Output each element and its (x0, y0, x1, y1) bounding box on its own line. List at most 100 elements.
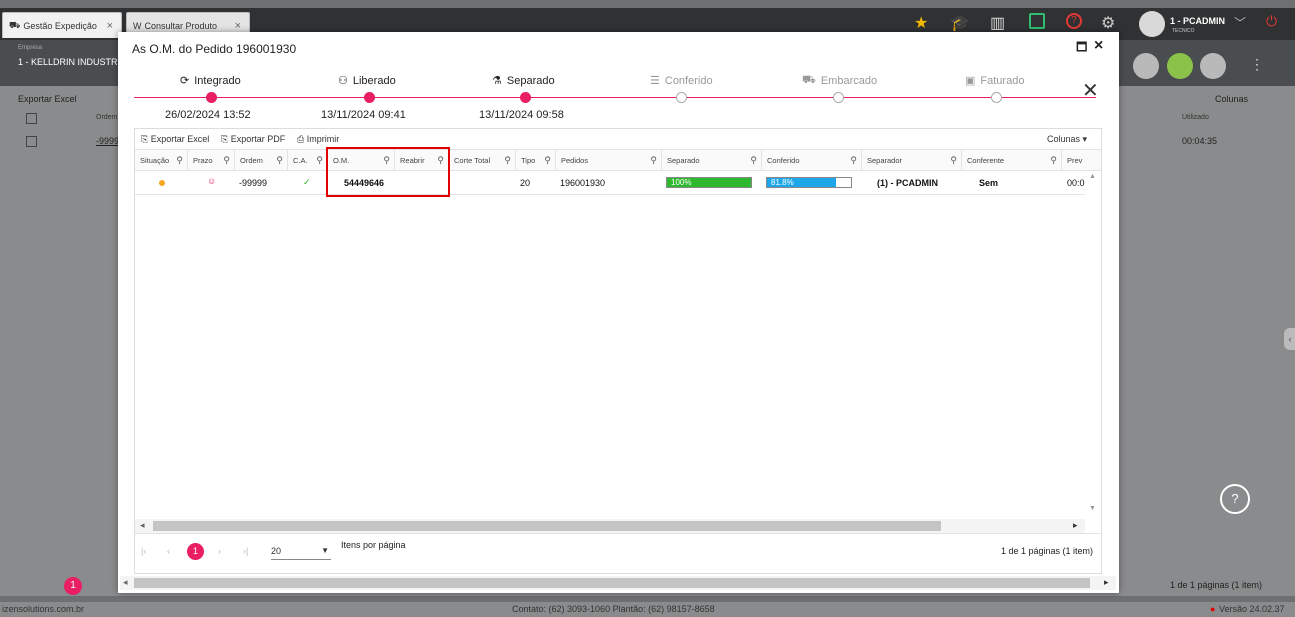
col-separado[interactable]: Separado ⚲ (662, 149, 762, 171)
step-separado: ⚗ Separado (492, 74, 555, 88)
tools-icon[interactable]: ✕ (1082, 78, 1099, 103)
scrollbar-thumb[interactable] (153, 521, 941, 531)
om-grid: ⎘ Exportar Excel ⎘ Exportar PDF ⎙ Imprim… (134, 128, 1102, 574)
col-conferido[interactable]: Conferido ⚲ (762, 149, 862, 171)
bg-export-excel[interactable]: Exportar Excel (18, 94, 77, 104)
checkbox[interactable] (26, 136, 37, 147)
footer-site[interactable]: izensolutions.com.br (2, 604, 84, 614)
filter-icon[interactable]: ⚲ (504, 155, 511, 166)
close-icon[interactable]: × (235, 20, 241, 32)
chart-icon[interactable] (1029, 13, 1045, 29)
per-page-label: Itens por página (341, 540, 406, 550)
step-embarcado: ⛟ Embarcado (802, 74, 877, 88)
side-collapse-icon[interactable]: ‹ (1284, 328, 1295, 350)
filter-icon[interactable]: ⚲ (316, 155, 323, 166)
map-icon[interactable]: ▥ (990, 13, 1005, 33)
help-icon[interactable]: ? (1066, 13, 1082, 29)
close-icon[interactable]: × (1094, 37, 1103, 55)
scroll-up-icon[interactable]: ▲ (1089, 173, 1096, 180)
cell-pedidos: 196001930 (560, 178, 606, 188)
chevron-down-icon: ▼ (321, 546, 329, 555)
filter-icon[interactable]: ⚲ (544, 155, 551, 166)
col-prev[interactable]: Prev (1062, 149, 1084, 171)
bg-utilizado-value: 00:04:35 (1182, 136, 1218, 146)
col-prazo[interactable]: Prazo ⚲ (188, 149, 235, 171)
col-label: Corte Total (454, 155, 491, 165)
more-vertical-icon[interactable]: ⋮ (1250, 56, 1264, 73)
avatar[interactable] (1139, 11, 1165, 37)
scroll-right-icon[interactable]: ▸ (1104, 577, 1109, 588)
tab-gestao-expedicao[interactable]: ⛟ Gestão Expedição × (2, 12, 122, 38)
page-1-button[interactable]: 1 (187, 543, 204, 560)
close-icon[interactable]: × (107, 20, 113, 32)
export-pdf-button[interactable]: ⎘ Exportar PDF (221, 134, 285, 145)
filter-icon[interactable]: ⚲ (750, 155, 757, 166)
tab-label: Gestão Expedição (23, 20, 97, 31)
prev-page-icon[interactable]: ‹ (167, 546, 170, 556)
om-modal: As O.M. do Pedido 196001930 🗖 × ⟳ Integra… (118, 32, 1119, 593)
pagination-info: 1 de 1 páginas (1 item) (1001, 546, 1094, 556)
logout-icon[interactable]: ⏻ (1266, 13, 1277, 30)
conferido-progress: 81.8% (766, 177, 852, 188)
monitor-icon[interactable] (1200, 53, 1226, 79)
first-page-icon[interactable]: |‹ (141, 546, 146, 556)
user-check-icon: ✓ (303, 177, 311, 187)
scroll-left-icon[interactable]: ◂ (140, 520, 145, 531)
cell-separador: (1) - PCADMIN (877, 178, 938, 188)
step-liberado: ⚇ Liberado (338, 74, 396, 88)
col-corte-total[interactable]: Corte Total ⚲ (449, 149, 516, 171)
scroll-right-icon[interactable]: ▸ (1073, 520, 1078, 531)
cell-tipo: 20 (520, 178, 531, 188)
maximize-icon[interactable]: 🗖 (1076, 38, 1087, 59)
filter-icon[interactable]: ⚲ (276, 155, 283, 166)
checkbox[interactable] (26, 113, 37, 124)
progress-line (134, 97, 1096, 98)
step-dot-liberado (364, 92, 375, 103)
scroll-left-icon[interactable]: ◂ (123, 577, 128, 588)
filter-icon[interactable]: ⚲ (1050, 155, 1057, 166)
step-date-separado: 13/11/2024 09:58 (479, 109, 564, 121)
gear-icon[interactable]: ⚙ (1101, 13, 1115, 33)
next-page-icon[interactable]: › (218, 546, 221, 556)
export-excel-button[interactable]: ⎘ Exportar Excel (141, 134, 209, 145)
col-separador[interactable]: Separador ⚲ (862, 149, 962, 171)
bg-page-1[interactable]: 1 (64, 577, 82, 595)
company-value[interactable]: 1 - KELLDRIN INDUSTRIA (18, 57, 118, 67)
step-conferido: ☰ Conferido (650, 74, 713, 88)
filter-icon[interactable]: ⚲ (950, 155, 957, 166)
table-row[interactable] (135, 171, 1085, 195)
bg-columns[interactable]: Colunas (1215, 94, 1248, 104)
scrollbar-thumb[interactable] (134, 578, 1090, 588)
modal-horizontal-scrollbar[interactable]: ◂ ▸ (120, 576, 1116, 590)
filter-icon[interactable]: ⚲ (176, 155, 183, 166)
columns-button[interactable]: Colunas ▾ (1047, 134, 1087, 145)
step-dot-separado (520, 92, 531, 103)
col-ordem[interactable]: Ordem ⚲ (235, 149, 288, 171)
horizontal-scrollbar[interactable]: ◂ ▸ (135, 519, 1085, 533)
filter-icon[interactable]: ⚲ (850, 155, 857, 166)
progress-bar: 100% (666, 177, 752, 188)
help-chat-icon[interactable]: ? (1220, 484, 1250, 514)
chevron-down-icon[interactable]: ﹀ (1234, 14, 1246, 31)
filter-icon[interactable]: ⚲ (650, 155, 657, 166)
bg-ordem-header: Ordem (96, 114, 118, 121)
vertical-scrollbar[interactable]: ▲ ▼ (1085, 171, 1101, 517)
col-ca[interactable]: C.A. ⚲ (288, 149, 328, 171)
per-page-select[interactable]: 20 ▼ (271, 542, 331, 560)
col-label: Ordem (240, 155, 263, 165)
filter-icon[interactable]: ⚲ (223, 155, 230, 166)
col-conferente[interactable]: Conferente ⚲ (962, 149, 1062, 171)
scroll-down-icon[interactable]: ▼ (1089, 505, 1096, 512)
star-icon[interactable]: ★ (914, 13, 928, 33)
print-button[interactable]: ⎙ Imprimir (297, 134, 339, 145)
cell-ordem[interactable]: -99999 (239, 171, 267, 195)
col-tipo[interactable]: Tipo ⚲ (516, 149, 556, 171)
col-situacao[interactable]: Situação ⚲ (135, 149, 188, 171)
step-label: Faturado (980, 74, 1025, 87)
graduation-cap-icon[interactable]: 🎓 (950, 13, 970, 33)
map-icon[interactable] (1133, 53, 1159, 79)
last-page-icon[interactable]: ›| (243, 546, 248, 556)
filter-icon[interactable] (1167, 53, 1193, 79)
col-pedidos[interactable]: Pedidos ⚲ (556, 149, 662, 171)
bg-ordem-value[interactable]: -9999 (96, 136, 119, 146)
